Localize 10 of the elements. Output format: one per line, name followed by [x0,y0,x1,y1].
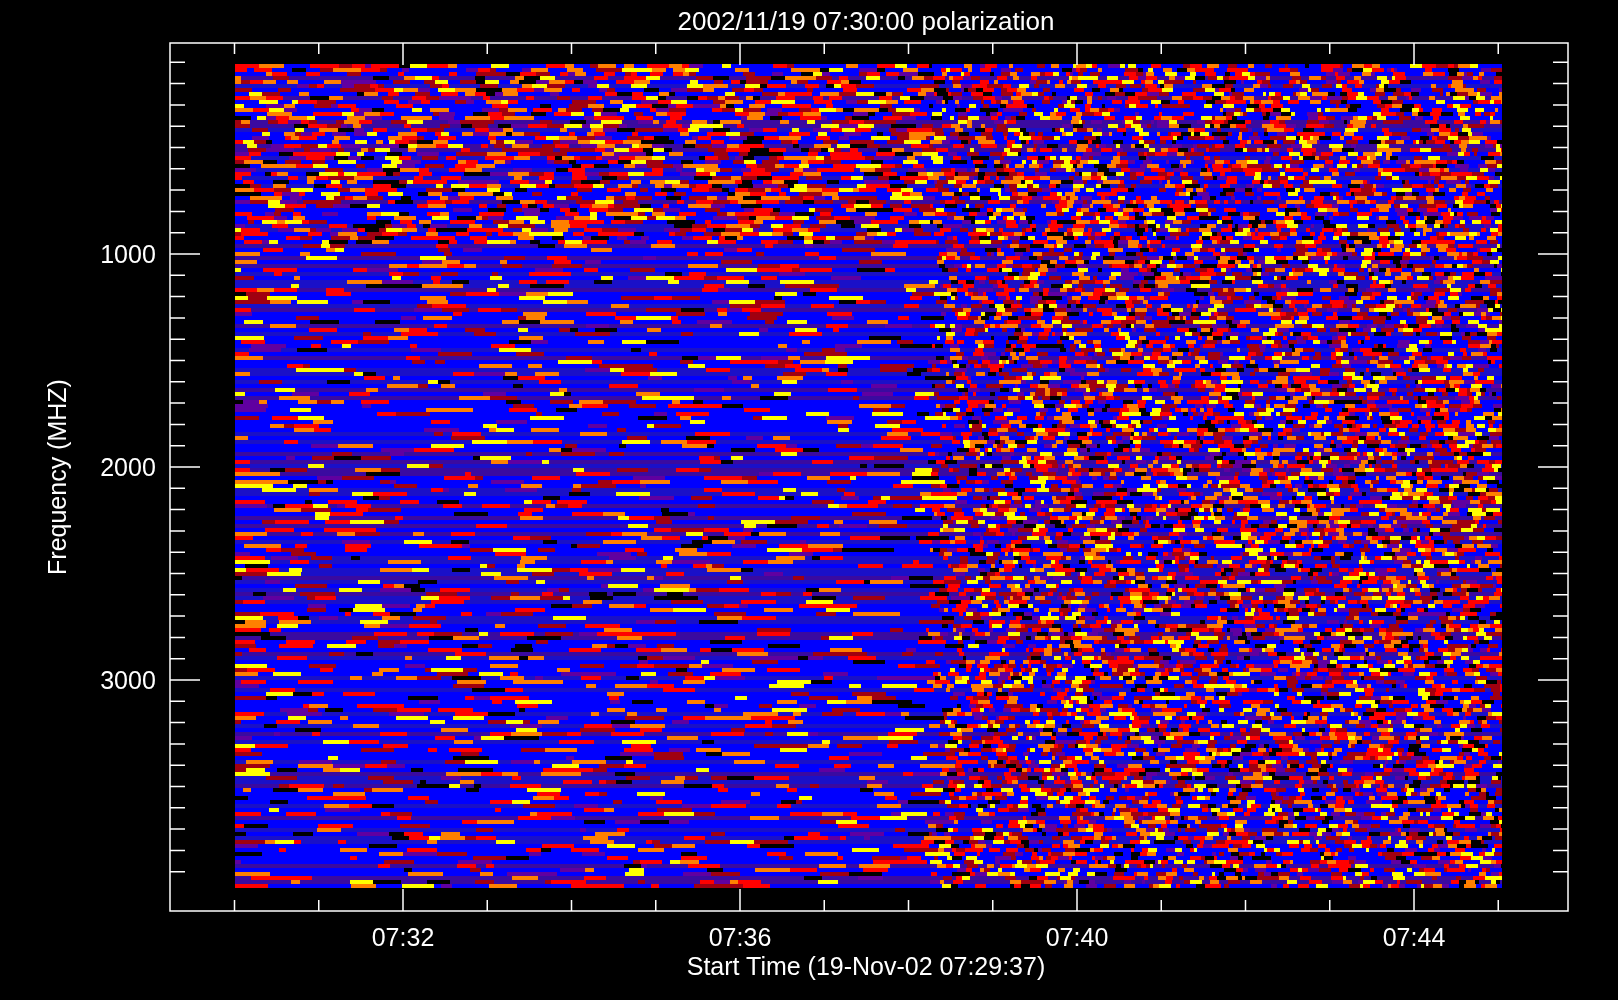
x-tick-label: 07:32 [371,923,435,951]
x-tick-label: 07:40 [1045,923,1109,951]
y-tick-label: 3000 [100,666,156,694]
y-tick-label: 2000 [100,453,156,481]
y-tick-label: 1000 [100,240,156,268]
chart-title: 2002/11/19 07:30:00 polarization [677,6,1055,36]
x-tick-label: 07:36 [708,923,772,951]
x-tick-label: 07:44 [1382,923,1446,951]
y-axis-title: Frequency (MHZ) [43,379,71,575]
x-axis-title: Start Time (19-Nov-02 07:29:37) [686,952,1046,980]
